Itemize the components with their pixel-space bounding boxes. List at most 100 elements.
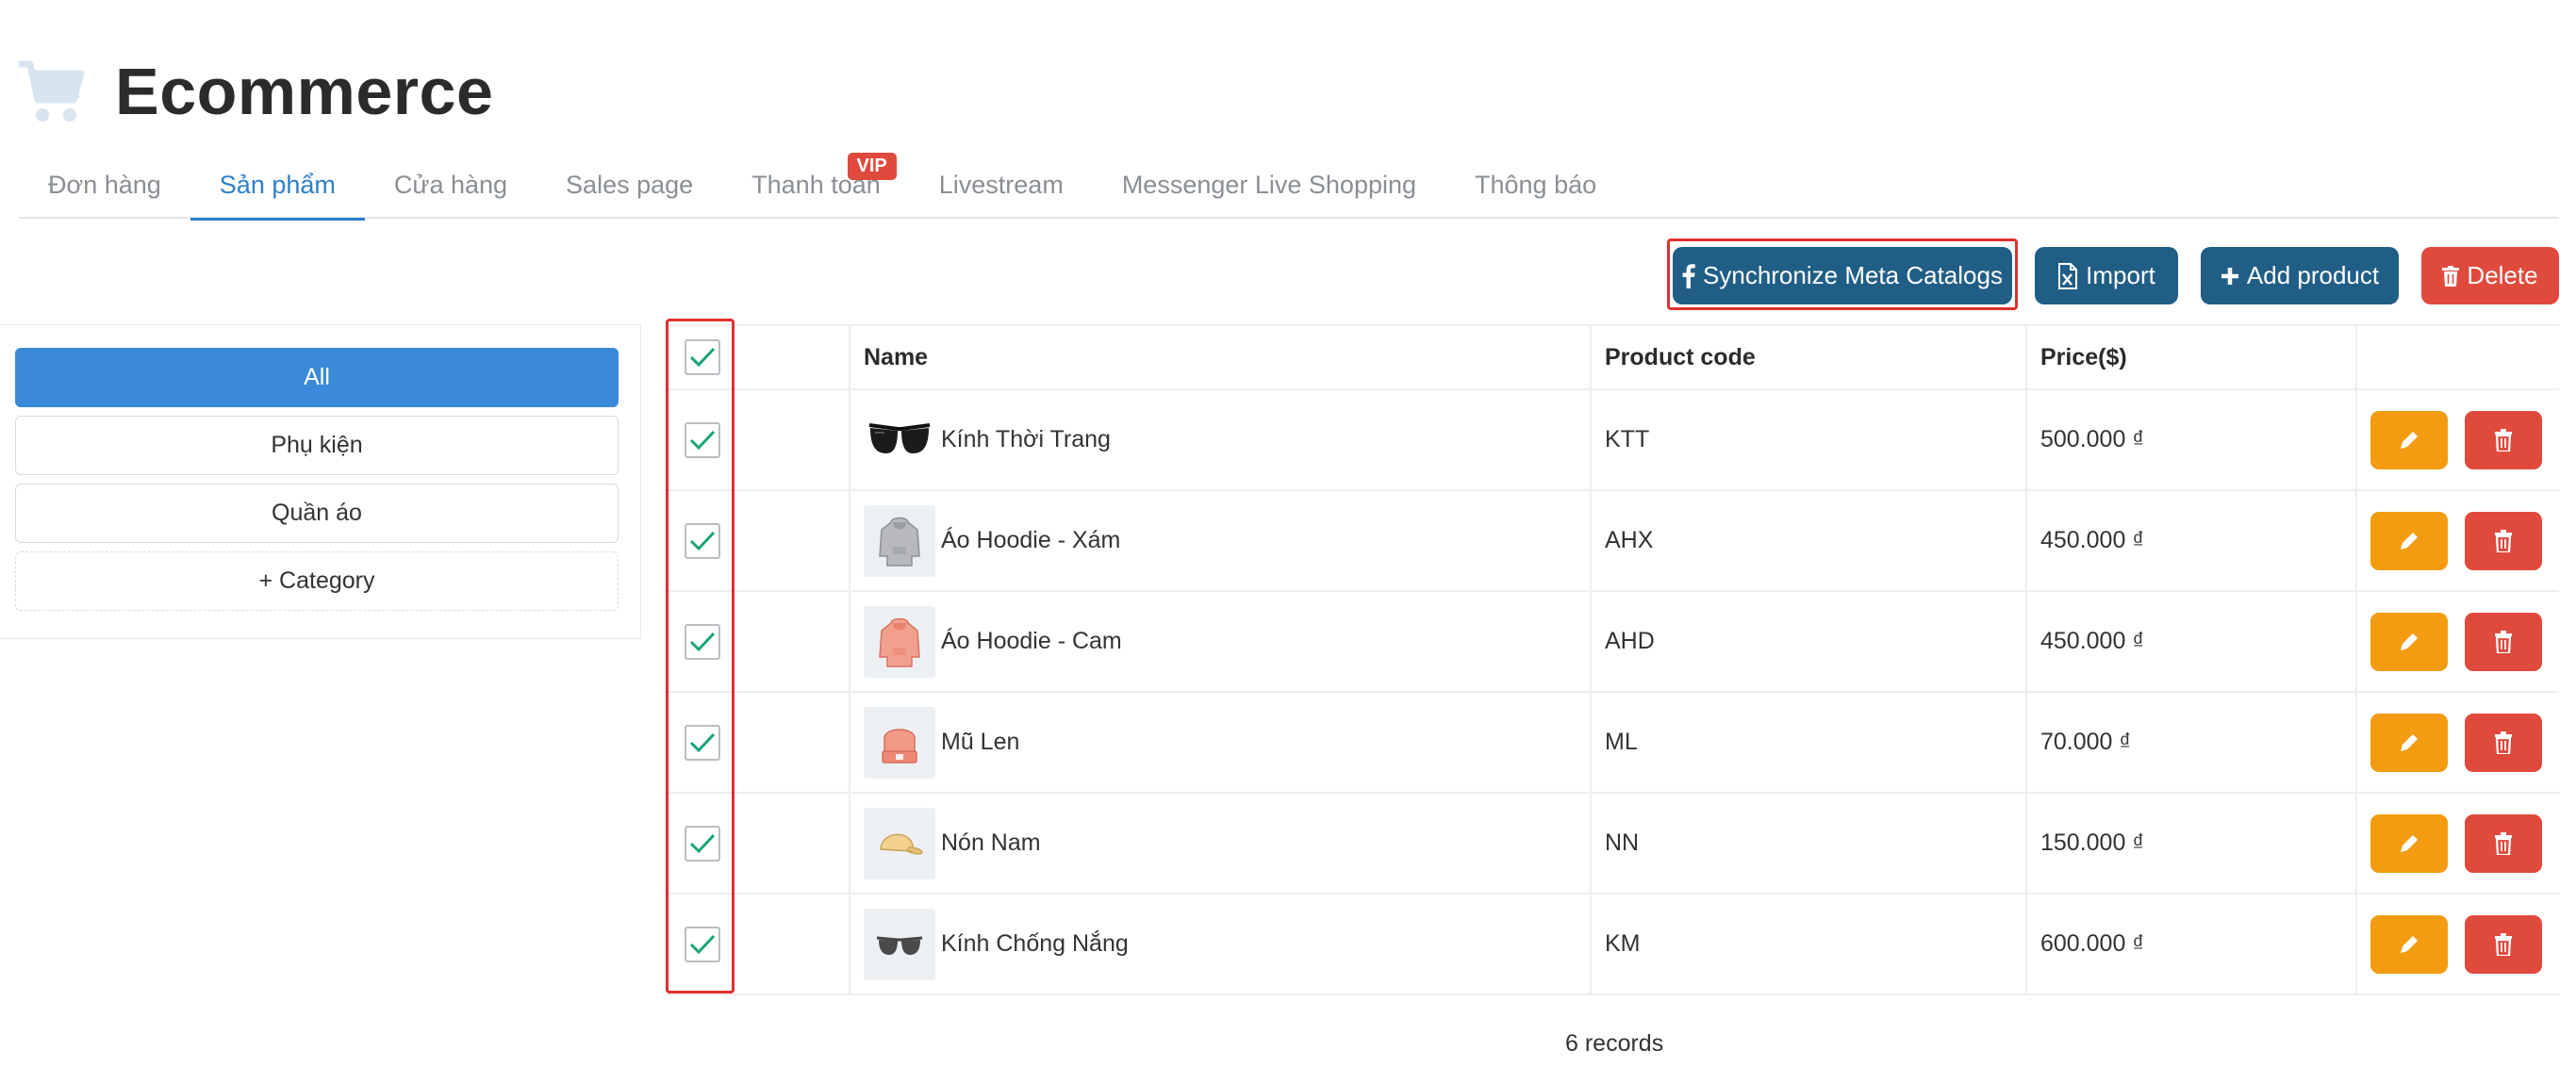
product-code: ML [1605, 729, 1638, 755]
product-code: KM [1605, 930, 1641, 957]
tab-messenger-live-shopping[interactable]: Messenger Live Shopping [1093, 151, 1445, 219]
tab-label: Sales page [566, 170, 694, 199]
edit-product-button[interactable] [2370, 713, 2448, 772]
import-button[interactable]: Import [2035, 247, 2178, 304]
excel-file-icon [2058, 262, 2078, 289]
category-clothing[interactable]: Quần áo [15, 484, 619, 543]
delete-product-button[interactable] [2465, 612, 2542, 671]
table-row: Nón Nam NN 150.000 ₫ [666, 794, 2559, 895]
trash-icon [2495, 428, 2512, 452]
product-name-cell: Kính Thời Trang [864, 390, 1111, 489]
product-name[interactable]: Nón Nam [941, 829, 1041, 857]
tab-products[interactable]: Sản phẩm [190, 151, 365, 221]
column-divider [1590, 693, 1592, 792]
tab-sales-page[interactable]: Sales page [537, 151, 722, 219]
tab-label: Cửa hàng [393, 170, 508, 199]
cap-image [864, 807, 935, 879]
edit-product-button[interactable] [2370, 612, 2448, 671]
column-header-product-code[interactable]: Product code [1605, 326, 1756, 388]
checkmark-icon [689, 934, 716, 954]
column-divider [2025, 592, 2027, 691]
delete-product-button[interactable] [2465, 511, 2542, 570]
product-name[interactable]: Kính Thời Trang [941, 426, 1111, 453]
select-all-checkbox[interactable] [685, 339, 720, 375]
category-accessories[interactable]: Phụ kiện [15, 416, 619, 475]
column-divider [1590, 390, 1592, 489]
beanie-image [864, 706, 935, 779]
pencil-icon [2401, 431, 2418, 449]
facebook-icon [1682, 263, 1695, 288]
column-divider [849, 326, 850, 388]
tab-payment[interactable]: Thanh toán VIP [722, 151, 910, 219]
row-checkbox[interactable] [685, 522, 720, 559]
column-divider [849, 491, 850, 590]
row-checkbox[interactable] [685, 825, 720, 862]
delete-product-button[interactable] [2465, 914, 2542, 974]
row-checkbox[interactable] [685, 421, 720, 458]
product-name-cell: Mũ Len [864, 693, 1019, 792]
product-name[interactable]: Áo Hoodie - Cam [941, 628, 1122, 655]
delete-product-button[interactable] [2465, 713, 2542, 772]
pencil-icon [2401, 532, 2418, 550]
trash-icon [2495, 630, 2512, 653]
column-divider [1590, 491, 1592, 590]
product-name-cell: Nón Nam [864, 794, 1041, 893]
category-all[interactable]: All [15, 348, 619, 407]
column-header-name[interactable]: Name [864, 326, 928, 388]
product-name-cell: Kính Chống Nắng [864, 895, 1129, 994]
tab-stores[interactable]: Cửa hàng [365, 151, 537, 219]
pencil-icon [2401, 733, 2418, 751]
column-divider [1590, 794, 1592, 893]
product-name[interactable]: Kính Chống Nắng [941, 930, 1129, 958]
tab-notifications[interactable]: Thông báo [1445, 151, 1626, 219]
vip-badge: VIP [847, 153, 897, 180]
edit-product-button[interactable] [2370, 914, 2448, 974]
delete-button[interactable]: Delete [2421, 247, 2559, 304]
category-label: All [304, 364, 330, 390]
add-category-button[interactable]: + Category [15, 551, 619, 611]
shopping-cart-icon [19, 60, 85, 122]
row-checkbox[interactable] [685, 724, 720, 761]
column-divider [2025, 326, 2027, 388]
record-count: 6 records [1565, 1030, 1664, 1057]
product-name-cell: Áo Hoodie - Cam [864, 592, 1122, 691]
column-divider [2355, 491, 2357, 590]
checkmark-icon [689, 732, 716, 752]
product-name[interactable]: Áo Hoodie - Xám [941, 527, 1120, 554]
page-header: Ecommerce [17, 49, 493, 134]
pencil-icon [2401, 834, 2418, 852]
delete-product-button[interactable] [2465, 410, 2542, 469]
add-product-button[interactable]: Add product [2201, 247, 2399, 304]
orange-hoodie-image [864, 605, 935, 678]
trash-icon [2442, 265, 2460, 287]
sunglasses-image [864, 404, 935, 476]
edit-product-button[interactable] [2370, 511, 2448, 570]
table-row: Kính Chống Nắng KM 600.000 ₫ [666, 895, 2559, 995]
button-label: Import [2086, 261, 2155, 289]
row-checkbox[interactable] [685, 623, 720, 660]
column-header-price[interactable]: Price($) [2040, 326, 2127, 388]
column-divider [849, 693, 850, 792]
column-divider [2355, 592, 2357, 691]
tab-label: Đơn hàng [48, 170, 161, 199]
table-row: Mũ Len ML 70.000 ₫ [666, 693, 2559, 794]
table-row: Áo Hoodie - Cam AHD 450.000 ₫ [666, 592, 2559, 693]
product-price: 70.000 ₫ [2040, 729, 2132, 755]
product-price: 600.000 ₫ [2040, 930, 2145, 957]
delete-product-button[interactable] [2465, 813, 2542, 873]
edit-product-button[interactable] [2370, 813, 2448, 873]
product-price: 450.000 ₫ [2040, 527, 2145, 553]
row-checkbox[interactable] [685, 926, 720, 962]
button-label: Delete [2467, 261, 2538, 289]
product-name[interactable]: Mũ Len [941, 729, 1019, 756]
product-price: 500.000 ₫ [2040, 426, 2145, 452]
column-divider [2355, 895, 2357, 994]
tab-orders[interactable]: Đơn hàng [19, 151, 190, 219]
column-divider [2025, 895, 2027, 994]
button-label: Add product [2246, 261, 2380, 289]
checkmark-icon [689, 430, 716, 450]
product-code: NN [1605, 829, 1640, 856]
synchronize-meta-catalogs-button[interactable]: Synchronize Meta Catalogs [1673, 247, 2012, 304]
tab-livestream[interactable]: Livestream [910, 151, 1093, 219]
edit-product-button[interactable] [2370, 410, 2448, 469]
